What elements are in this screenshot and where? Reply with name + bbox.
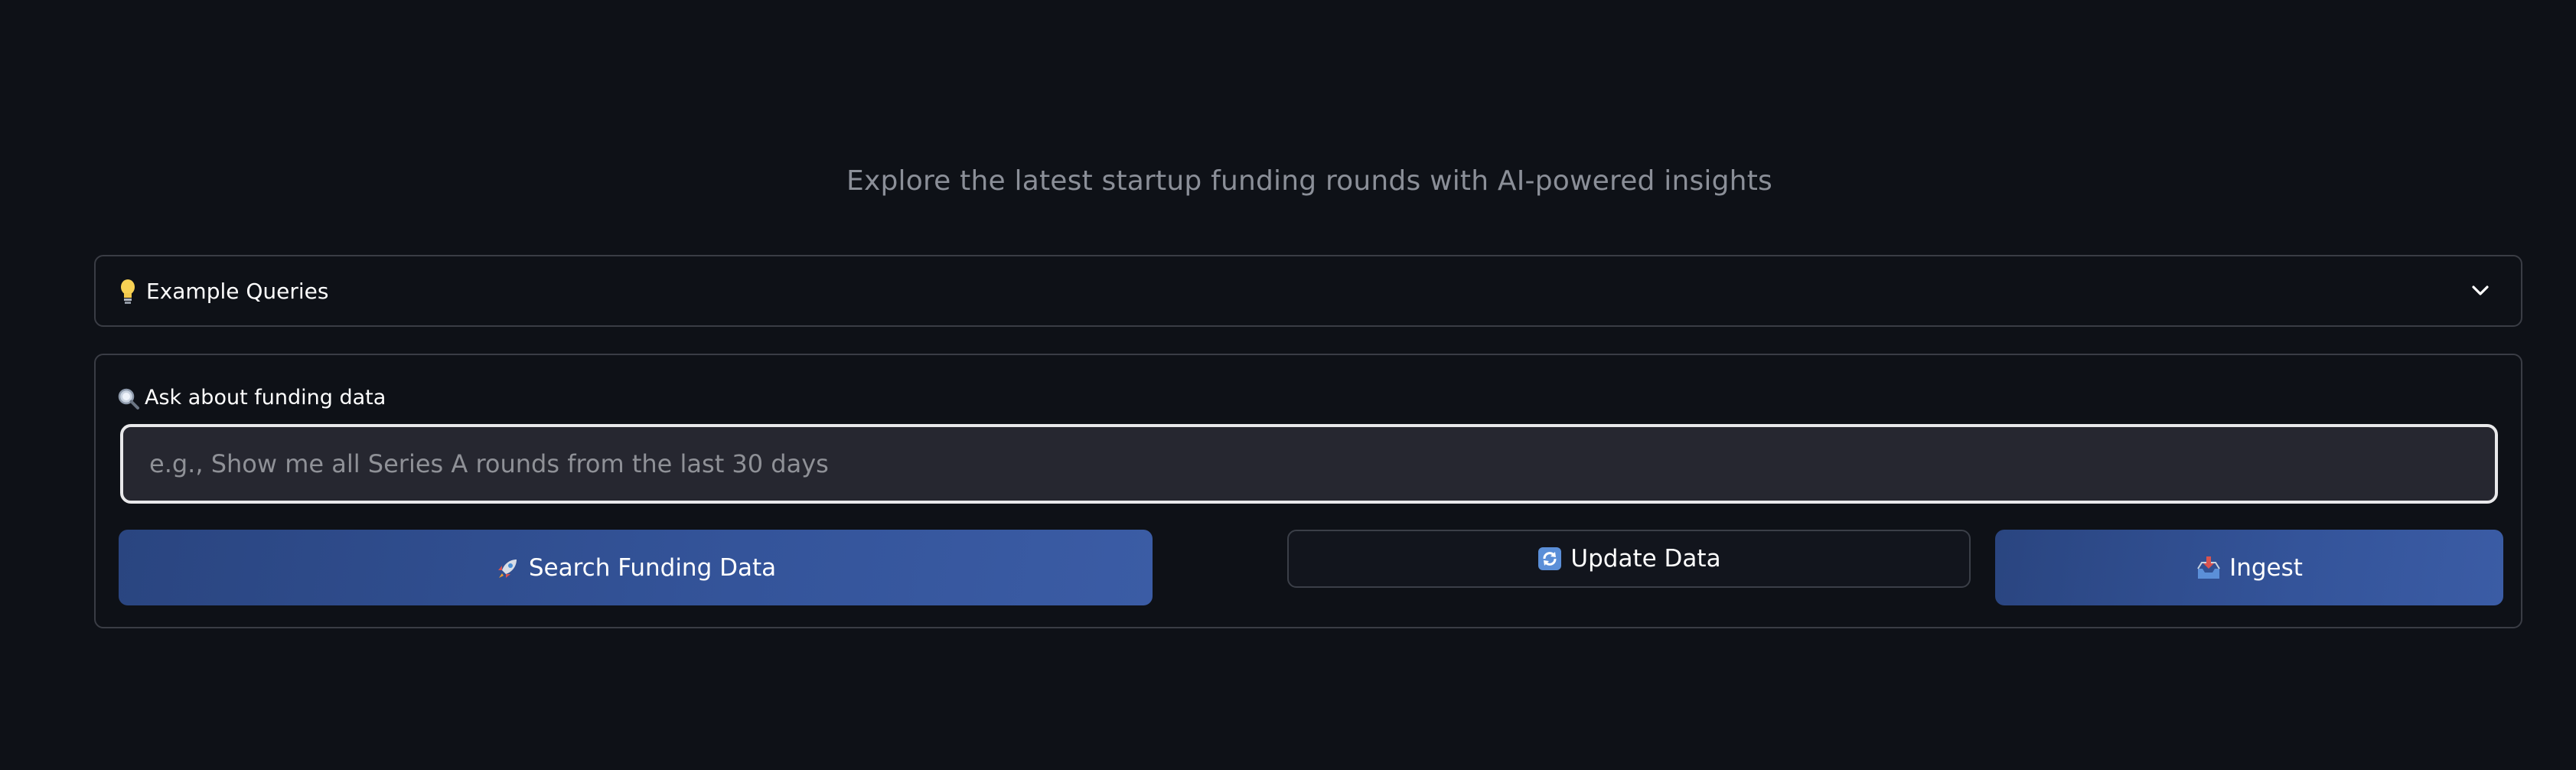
search-funding-button-label: Search Funding Data xyxy=(528,553,777,582)
chevron-down-icon[interactable] xyxy=(2469,279,2492,302)
inbox-tray-icon xyxy=(2197,556,2220,579)
ingest-button-label: Ingest xyxy=(2229,553,2303,582)
update-data-button[interactable]: Update Data xyxy=(1287,530,1971,588)
query-field-label: Ask about funding data xyxy=(145,386,386,409)
lightbulb-icon xyxy=(121,279,135,304)
update-data-button-label: Update Data xyxy=(1570,545,1721,573)
magnifier-icon xyxy=(118,388,139,409)
query-form: Ask about funding data Search Funding Da… xyxy=(94,354,2522,628)
refresh-icon xyxy=(1538,547,1562,570)
example-queries-label: Example Queries xyxy=(146,279,329,304)
rocket-icon xyxy=(497,559,517,578)
page-subtitle: Explore the latest startup funding round… xyxy=(846,165,1772,197)
ingest-button[interactable]: Ingest xyxy=(1995,530,2503,605)
example-queries-expander[interactable]: Example Queries xyxy=(94,255,2522,327)
search-funding-button[interactable]: Search Funding Data xyxy=(119,530,1153,605)
funding-query-input[interactable] xyxy=(120,424,2498,504)
